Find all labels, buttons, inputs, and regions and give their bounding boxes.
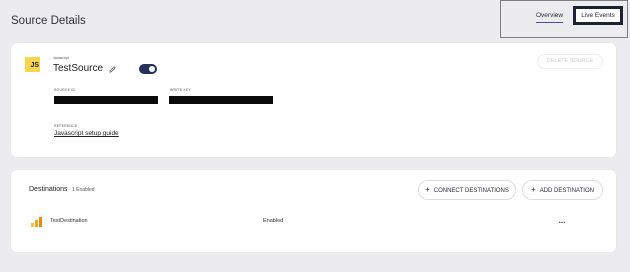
tab-live-events[interactable]: Live Events (573, 6, 623, 25)
plus-icon: + (531, 185, 536, 194)
page-title: Source Details (11, 15, 86, 27)
more-options-icon[interactable]: ... (556, 215, 568, 227)
connect-destinations-label: CONNECT DESTINATIONS (433, 188, 509, 194)
reference-label: REFERENCE (54, 124, 78, 128)
delete-source-button[interactable]: DELETE SOURCE (537, 54, 603, 69)
source-type-label: Javascript (53, 56, 69, 60)
bars-icon (31, 217, 42, 227)
destination-name: TestDestination (50, 218, 88, 224)
destinations-count: 1 Enabled (72, 187, 95, 193)
add-destination-label: ADD DESTINATION (539, 188, 594, 194)
destination-status: Enabled (263, 218, 284, 224)
destinations-card: Destinations 1 Enabled + CONNECT DESTINAT… (11, 170, 616, 252)
source-card: JS Javascript TestSource DELETE SOURCE S… (11, 43, 616, 157)
source-id-label: SOURCE ID (54, 88, 76, 92)
tabs-bar: Overview Live Events (500, 0, 628, 38)
setup-guide-link[interactable]: Javascript setup guide (54, 130, 119, 137)
source-name: TestSource (53, 63, 104, 74)
pencil-icon[interactable] (108, 65, 117, 74)
plus-icon: + (425, 185, 430, 194)
add-destination-button[interactable]: + ADD DESTINATION (522, 180, 603, 200)
write-key-label: WRITE KEY (170, 88, 192, 92)
write-key-value-redacted (169, 96, 273, 104)
destinations-title: Destinations (29, 186, 68, 193)
destination-row[interactable]: TestDestination Enabled ... (11, 212, 616, 232)
toggle-knob (149, 66, 155, 72)
javascript-logo-icon: JS (25, 57, 40, 72)
tab-overview[interactable]: Overview (536, 12, 564, 23)
connect-destinations-button[interactable]: + CONNECT DESTINATIONS (418, 180, 516, 200)
source-enabled-toggle[interactable] (139, 64, 157, 74)
source-id-value-redacted (54, 96, 158, 104)
